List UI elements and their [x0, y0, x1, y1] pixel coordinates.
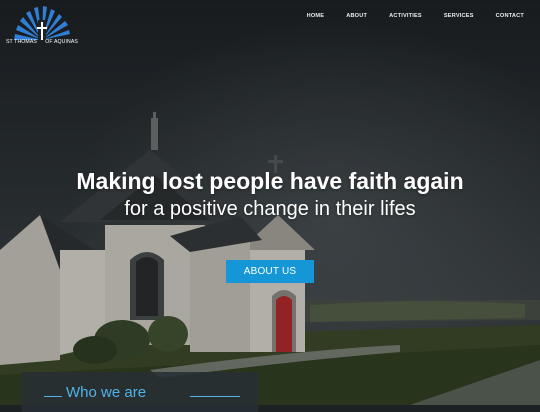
about-us-button[interactable]: ABOUT US	[226, 260, 314, 283]
logo-text-right: OF AQUINAS	[45, 39, 78, 45]
title-divider-left	[44, 396, 62, 397]
nav-home[interactable]: HOME	[307, 13, 325, 19]
nav-about[interactable]: ABOUT	[346, 13, 367, 19]
hero-headline: Making lost people have faith again	[76, 168, 464, 194]
logo-emblem-icon	[14, 6, 70, 40]
nav-activities[interactable]: ACTIVITIES	[389, 13, 422, 19]
hero-subheadline: for a positive change in their lifes	[124, 198, 416, 220]
main-navigation: HOME ABOUT ACTIVITIES SERVICES CONTACT	[285, 13, 524, 19]
site-logo[interactable]: ST THOMAS OF AQUINAS	[6, 6, 78, 48]
logo-text-left: ST THOMAS	[6, 39, 37, 45]
section-title: Who we are	[66, 384, 147, 401]
nav-contact[interactable]: CONTACT	[496, 13, 524, 19]
who-we-are-card: Who we are	[22, 372, 258, 412]
nav-services[interactable]: SERVICES	[444, 13, 474, 19]
title-divider-right	[190, 396, 240, 397]
